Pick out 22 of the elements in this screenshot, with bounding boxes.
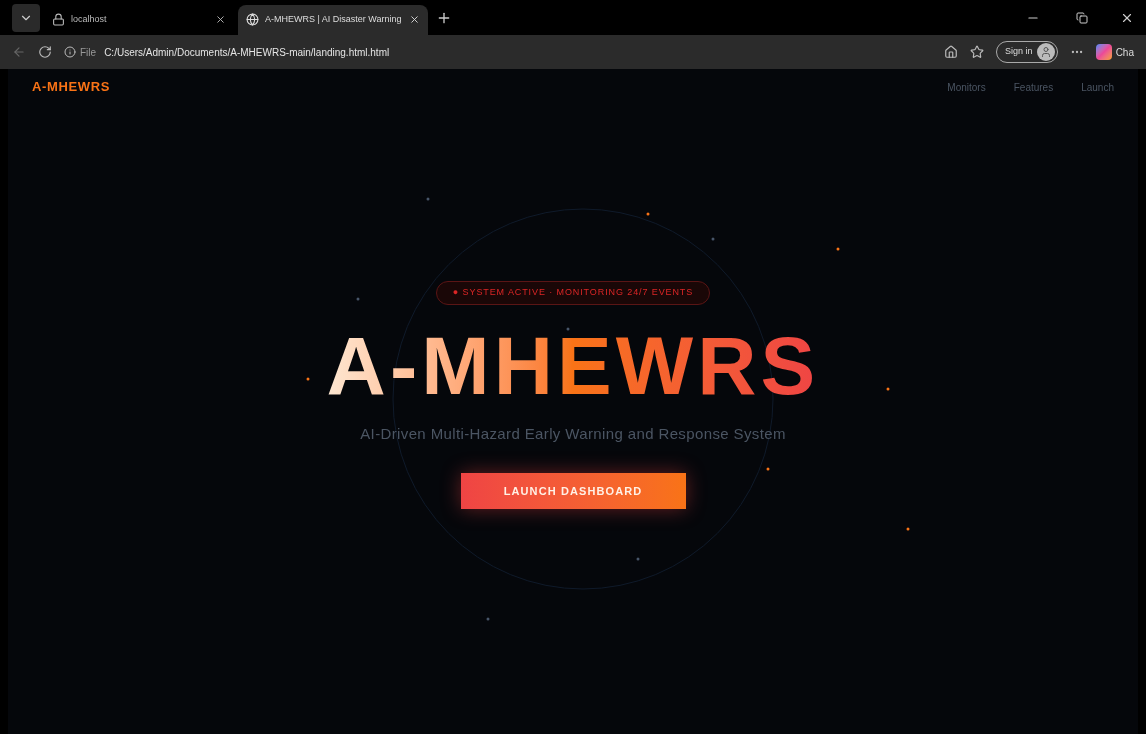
- scheme-label: File: [80, 45, 97, 60]
- copilot-button[interactable]: Cha: [1095, 44, 1134, 60]
- restore-icon[interactable]: [1076, 11, 1088, 24]
- info-icon: [64, 46, 76, 58]
- favorite-icon[interactable]: [970, 45, 985, 59]
- browser-tab[interactable]: localhost: [44, 4, 234, 35]
- avatar-icon: [1036, 43, 1055, 61]
- close-icon[interactable]: [215, 14, 226, 25]
- tab-title: A-MHEWRS | AI Disaster Warning: [265, 12, 403, 26]
- site-logo[interactable]: A-MHEWRS: [32, 77, 111, 97]
- url-text: C:/Users/Admin/Documents/A-MHEWRS-main/landing.html.html: [104, 45, 390, 60]
- close-icon[interactable]: [409, 14, 420, 25]
- tab-title: localhost: [71, 12, 108, 26]
- hero-subtitle: AI-Driven Multi-Hazard Early Warning and Response System: [360, 423, 786, 444]
- lock-icon: [52, 13, 65, 26]
- address-bar[interactable]: File C:/Users/Admin/Documents/A-MHEWRS-main/landing.html.html: [64, 44, 933, 60]
- browser-tab[interactable]: A-MHEWRS | AI Disaster Warning: [238, 4, 428, 35]
- status-badge: ● SYSTEM ACTIVE · MONITORING 24/7 EVENTS: [435, 281, 711, 305]
- refresh-icon[interactable]: [38, 45, 52, 59]
- globe-icon: [246, 13, 259, 26]
- back-icon[interactable]: [12, 45, 26, 59]
- home-icon[interactable]: [944, 45, 959, 59]
